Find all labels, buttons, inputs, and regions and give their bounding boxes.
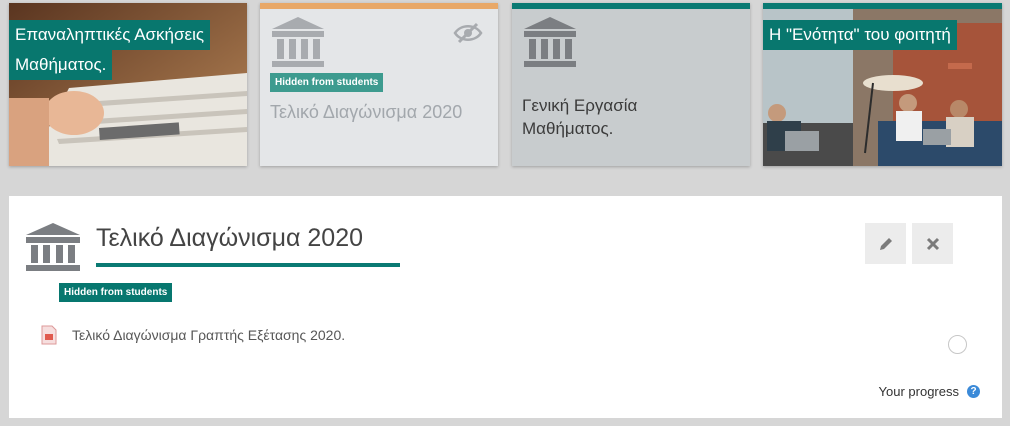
close-button[interactable]: [912, 223, 953, 264]
institution-icon: [272, 17, 324, 67]
hidden-badge: Hidden from students: [270, 73, 384, 92]
section-tile-student-unit[interactable]: Η "Ενότητα" του φοιτητή: [763, 3, 1002, 166]
resource-link[interactable]: Τελικό Διαγώνισμα Γραπτής Εξέτασης 2020.: [72, 327, 345, 343]
tile-title-line-2: Μαθήματος.: [522, 119, 614, 138]
edit-button[interactable]: [865, 223, 906, 264]
pdf-icon: [41, 325, 57, 345]
hidden-status-bar: [260, 3, 498, 9]
close-icon: [926, 237, 939, 250]
help-icon[interactable]: ?: [967, 385, 980, 398]
tile-label-line-2: Μαθήματος.: [9, 50, 113, 80]
tile-top-bar: [512, 3, 750, 9]
hidden-badge: Hidden from students: [59, 283, 173, 302]
tile-label-line-1: Επαναληπτικές Ασκήσεις: [9, 20, 211, 50]
tile-title: Τελικό Διαγώνισμα 2020: [270, 102, 463, 122]
eye-slash-icon: [453, 22, 483, 44]
progress-label: Your progress: [878, 384, 959, 399]
tile-label: Η "Ενότητα" του φοιτητή: [763, 20, 957, 50]
section-tile-general-assignment[interactable]: Γενική Εργασία Μαθήματος.: [512, 3, 750, 166]
title-underline: [96, 263, 400, 267]
pencil-icon: [879, 237, 892, 250]
completion-checkbox-icon[interactable]: [948, 335, 967, 354]
tile-title-line-1: Γενική Εργασία: [522, 96, 638, 115]
tile-title: Γενική Εργασία Μαθήματος.: [522, 94, 637, 140]
section-panel: Τελικό Διαγώνισμα 2020 Hidden from stude…: [9, 196, 1002, 418]
section-tile-final-exam[interactable]: Hidden from students Τελικό Διαγώνισμα 2…: [260, 3, 498, 166]
section-title: Τελικό Διαγώνισμα 2020: [96, 224, 364, 252]
institution-icon: [524, 17, 576, 67]
institution-icon: [26, 223, 80, 271]
section-tile-revision[interactable]: Επαναληπτικές Ασκήσεις Μαθήματος.: [9, 3, 247, 166]
